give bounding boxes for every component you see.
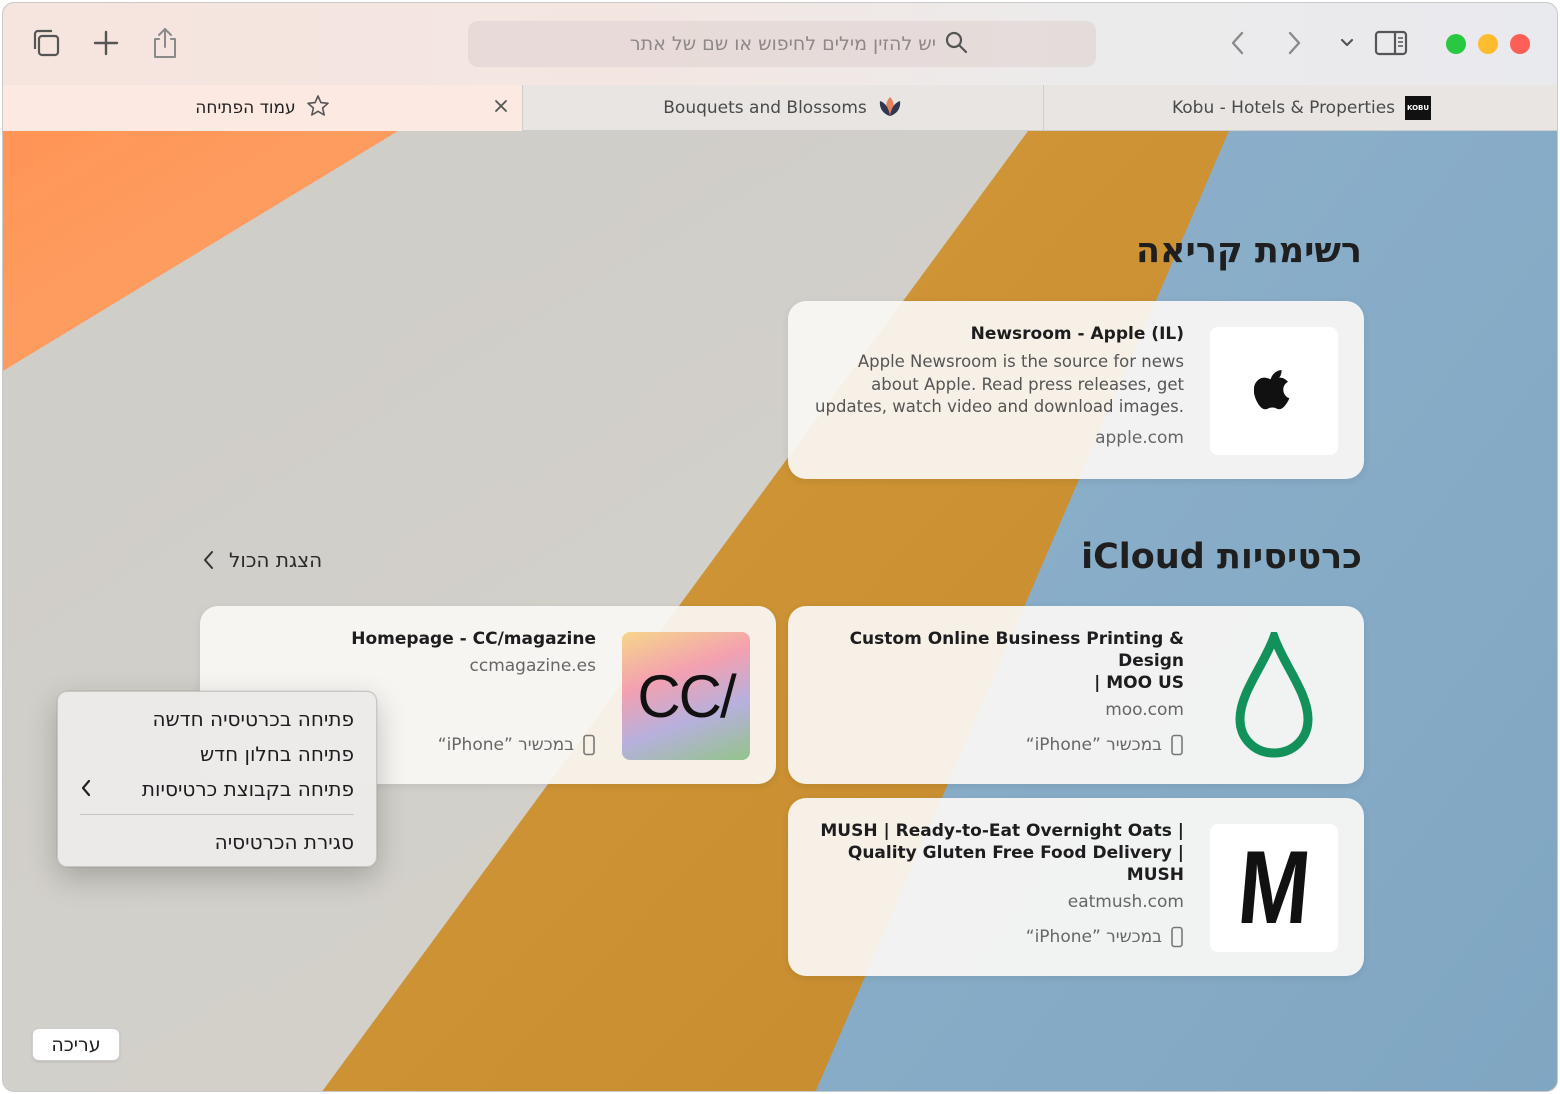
mush-logo: M [1210,824,1338,952]
reading-list-title: רשימת קריאה [1135,231,1362,271]
show-all-label: הצגת הכול [229,548,323,572]
iphone-icon [1171,734,1183,756]
zoom-button[interactable] [1446,34,1466,54]
menu-open-tab-group[interactable]: פתיחה בקבוצת כרטיסיות [142,774,354,804]
moo-drop-logo [1210,632,1338,760]
search-input[interactable] [596,33,936,55]
kobu-logo: KOBU [1405,96,1432,120]
card-title: Homepage - CC/magazine [351,629,596,649]
close-tab-icon[interactable] [493,98,509,119]
context-menu: פתיחה בכרטיסיה חדשה פתיחה בחלון חדש פתיח… [57,691,377,867]
safari-window: עמוד הפתיחה Bouquets and Blossoms Kobu -… [2,2,1558,1092]
tab-kobu[interactable]: Kobu - Hotels & Properties KOBU [1044,85,1557,131]
tab-label: Kobu - Hotels & Properties [1171,98,1396,118]
card-domain: eatmush.com [1067,892,1184,912]
card-title: Custom Online Business Printing & Design… [849,629,1184,693]
iphone-icon [1171,926,1183,948]
edit-button[interactable]: עריכה [32,1028,120,1061]
tab-label: עמוד הפתיחה [195,98,296,118]
menu-open-new-tab[interactable]: פתיחה בכרטיסיה חדשה [152,704,354,734]
device-label: במכשיר ”iPhone“ [438,734,596,756]
start-page: רשימת קריאה Newsroom - Apple (IL) Apple … [3,131,1557,1091]
tab-bar: עמוד הפתיחה Bouquets and Blossoms Kobu -… [3,85,1557,131]
tab-bouquets[interactable]: Bouquets and Blossoms [523,85,1043,131]
device-label: במכשיר ”iPhone“ [1026,926,1184,948]
show-all-button[interactable]: הצגת הכול [201,545,322,575]
icloud-tabs-title: כרטיסיות iCloud [1081,537,1362,577]
share-icon[interactable] [147,25,183,61]
card-description: Apple Newsroom is the source for news ab… [815,352,1184,416]
card-domain: ccmagazine.es [469,656,596,676]
chevron-left-icon [204,551,213,569]
icloud-tab-card[interactable]: Custom Online Business Printing & Design… [788,606,1364,784]
reading-list-card[interactable]: Newsroom - Apple (IL) Apple Newsroom is … [788,301,1364,479]
tab-start-page[interactable]: עמוד הפתיחה [3,85,522,131]
show-tabs-icon[interactable] [28,25,64,61]
forward-icon[interactable] [1276,25,1312,61]
apple-logo-icon [1210,327,1338,455]
sidebar-icon[interactable] [1373,25,1409,61]
star-icon [306,94,330,123]
device-label: במכשיר ”iPhone“ [1026,734,1184,756]
chevron-left-icon [81,779,91,797]
iphone-icon [583,734,595,756]
card-domain: moo.com [1105,700,1184,720]
menu-divider [80,814,354,815]
address-bar[interactable] [468,21,1096,67]
card-domain: apple.com [1095,427,1184,448]
flower-icon [877,94,903,123]
card-title: MUSH | Ready-to-Eat Overnight Oats | Qua… [820,821,1184,885]
new-tab-icon[interactable] [88,25,124,61]
toolbar [3,3,1557,85]
back-icon[interactable] [1220,25,1256,61]
icloud-tab-card[interactable]: M MUSH | Ready-to-Eat Overnight Oats | Q… [788,798,1364,976]
chevron-down-icon[interactable] [1329,25,1365,61]
search-icon [944,30,968,59]
tab-label: Bouquets and Blossoms [663,98,867,118]
cc-magazine-logo: CC/ [622,632,750,760]
card-title: Newsroom - Apple (IL) [970,324,1184,344]
close-button[interactable] [1510,34,1530,54]
menu-open-new-window[interactable]: פתיחה בחלון חדש [200,739,354,769]
minimize-button[interactable] [1478,34,1498,54]
menu-close-tab[interactable]: סגירת הכרטיסיה [215,827,354,857]
